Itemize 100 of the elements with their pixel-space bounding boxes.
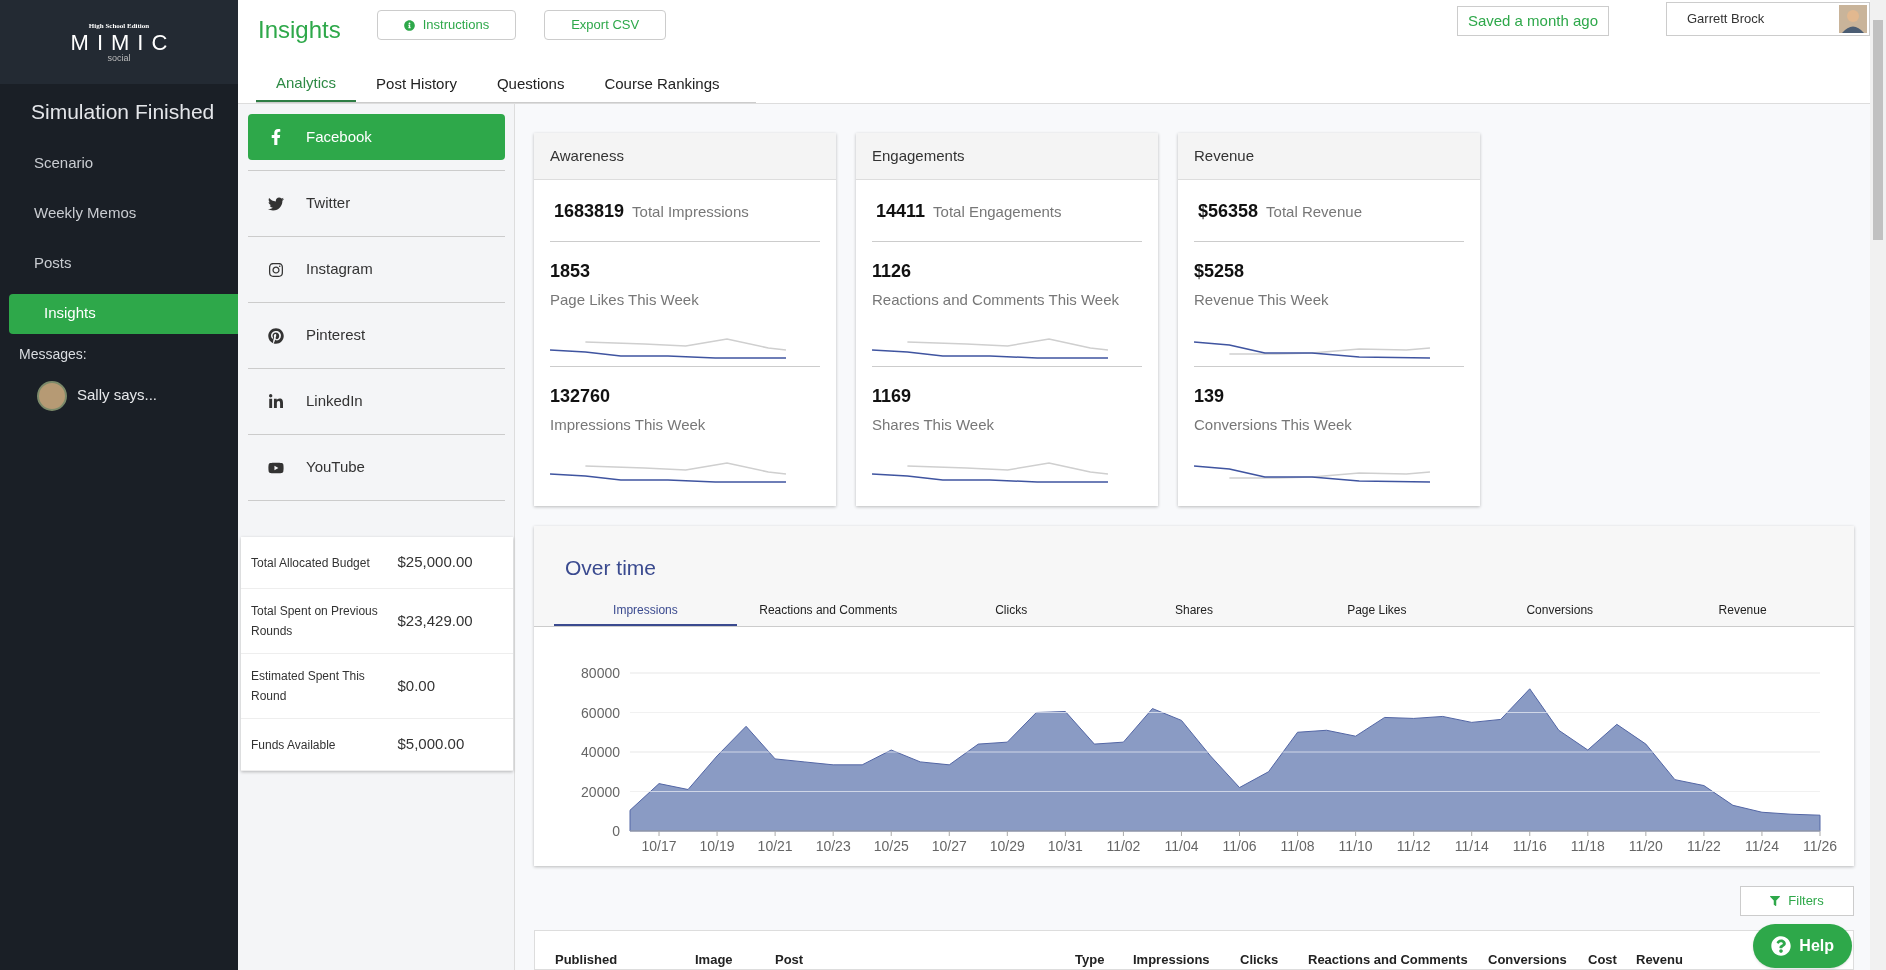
logo-wordmark: MIMIC — [69, 31, 176, 54]
x-tick-label: 10/29 — [989, 837, 1025, 854]
linkedin-icon — [268, 393, 284, 410]
y-tick-label: 40000 — [581, 743, 620, 760]
metric-value: 139 — [1194, 384, 1226, 408]
filter-icon — [1770, 895, 1781, 906]
x-tick-label: 11/14 — [1454, 837, 1489, 854]
tab[interactable]: Course Rankings — [584, 66, 740, 102]
budget-value: $23,429.00 — [397, 610, 474, 631]
x-tick-label: 11/16 — [1512, 837, 1547, 854]
column-header: Revenu — [1636, 953, 1684, 967]
total-value: 1683819 — [554, 200, 625, 223]
metric-label: Revenue This Week — [1194, 290, 1330, 310]
budget-value: $25,000.00 — [397, 552, 474, 573]
column-header: Published — [555, 953, 619, 967]
x-tick-label: 10/19 — [699, 837, 735, 854]
platform-item[interactable]: Instagram — [248, 236, 505, 292]
metric-value: 132760 — [550, 384, 612, 408]
message-link[interactable]: Sally says... — [77, 384, 158, 407]
metric-label: Shares This Week — [872, 414, 995, 435]
total-label: Total Impressions — [632, 202, 749, 222]
column-header: Conversions — [1488, 953, 1568, 967]
x-tick-label: 10/21 — [757, 837, 793, 854]
x-tick-label: 11/18 — [1570, 837, 1605, 854]
metric-value: 1169 — [872, 384, 913, 408]
card-title: Awareness — [550, 145, 624, 166]
platform-item[interactable]: Pinterest — [248, 302, 505, 358]
metric-label: Page Likes This Week — [550, 290, 700, 310]
budget-value: $0.00 — [397, 675, 437, 696]
x-tick-label: 10/23 — [815, 837, 851, 854]
x-tick-label: 10/31 — [1047, 837, 1083, 854]
budget-label: Total Spent on Previous Rounds — [251, 603, 379, 640]
avatar — [37, 380, 67, 411]
metric-value: 1853 — [550, 260, 592, 283]
platform-item[interactable]: YouTube — [248, 434, 505, 490]
tab[interactable]: Questions — [476, 66, 585, 102]
bird-icon — [268, 195, 284, 212]
logo-tagline: social — [107, 53, 131, 63]
simulation-status: Simulation Finished — [30, 99, 216, 125]
chart-tab[interactable]: Page Likes — [1285, 595, 1469, 626]
sidebar-item[interactable]: Scenario — [9, 143, 238, 184]
x-tick-label: 11/20 — [1628, 837, 1663, 854]
column-header: Post — [775, 953, 805, 967]
card-title: Revenue — [1194, 145, 1255, 166]
x-tick-label: 11/12 — [1396, 837, 1431, 854]
tab[interactable]: Analytics — [256, 66, 357, 102]
column-header: Impressions — [1133, 953, 1211, 967]
column-header: Cost — [1588, 953, 1618, 967]
total-label: Total Revenue — [1266, 202, 1362, 222]
x-tick-label: 10/27 — [931, 837, 967, 854]
camera-icon — [268, 261, 284, 278]
x-tick-label: 10/17 — [641, 837, 677, 854]
chart-tab[interactable]: Reactions and Comments — [736, 595, 920, 626]
column-header: Clicks — [1240, 953, 1280, 967]
platform-item[interactable]: LinkedIn — [248, 368, 505, 424]
column-header: Image — [695, 953, 734, 967]
total-label: Total Engagements — [933, 202, 1062, 222]
metric-label: Conversions This Week — [1194, 414, 1353, 435]
column-header: Reactions and Comments — [1308, 953, 1469, 967]
card-title: Engagements — [872, 145, 965, 166]
budget-label: Total Allocated Budget — [251, 554, 371, 572]
metric-label: Reactions and Comments This Week — [872, 290, 1121, 310]
x-tick-label: 11/06 — [1222, 837, 1257, 854]
x-tick-label: 11/26 — [1803, 837, 1837, 854]
budget-value: $5,000.00 — [397, 734, 466, 755]
save-status: Saved a month ago — [1456, 6, 1609, 36]
y-tick-label: 0 — [612, 822, 620, 839]
budget-label: Funds Available — [251, 736, 337, 754]
x-tick-label: 10/25 — [873, 837, 909, 854]
tab[interactable]: Post History — [356, 66, 477, 102]
y-tick-label: 20000 — [581, 783, 620, 799]
metric-label: Impressions This Week — [550, 414, 707, 435]
metric-value: $5258 — [1194, 260, 1246, 283]
x-tick-label: 11/24 — [1744, 837, 1779, 854]
column-header: Type — [1075, 953, 1106, 967]
chart-tab[interactable]: Conversions — [1468, 595, 1652, 626]
help-icon — [1771, 936, 1792, 956]
user-field[interactable]: Garrett Brock — [1666, 2, 1870, 36]
x-tick-label: 11/02 — [1106, 837, 1141, 854]
messages-label: Messages: — [18, 344, 88, 364]
x-tick-label: 11/04 — [1164, 837, 1199, 854]
platform-item[interactable]: Twitter — [248, 170, 505, 226]
sidebar-item[interactable]: Posts — [9, 243, 238, 284]
total-value: $56358 — [1198, 200, 1259, 223]
section-title: Over time — [564, 555, 657, 581]
x-tick-label: 11/10 — [1338, 837, 1373, 854]
y-tick-label: 60000 — [581, 704, 620, 720]
budget-label: Estimated Spent This Round — [251, 668, 366, 705]
info-icon — [403, 19, 415, 31]
page-title: Insights — [258, 15, 341, 45]
chart-tab[interactable]: Clicks — [919, 595, 1103, 626]
x-tick-label: 11/08 — [1280, 837, 1315, 854]
metric-value: 1126 — [872, 260, 913, 283]
chart-tab[interactable]: Impressions — [554, 595, 737, 626]
user-name: Garrett Brock — [1687, 10, 1765, 29]
user-avatar — [1839, 5, 1867, 33]
chart-tab[interactable]: Revenue — [1651, 595, 1834, 626]
total-value: 14411 — [876, 200, 926, 223]
sidebar-item[interactable]: Weekly Memos — [9, 193, 238, 234]
chart-tab[interactable]: Shares — [1102, 595, 1286, 626]
